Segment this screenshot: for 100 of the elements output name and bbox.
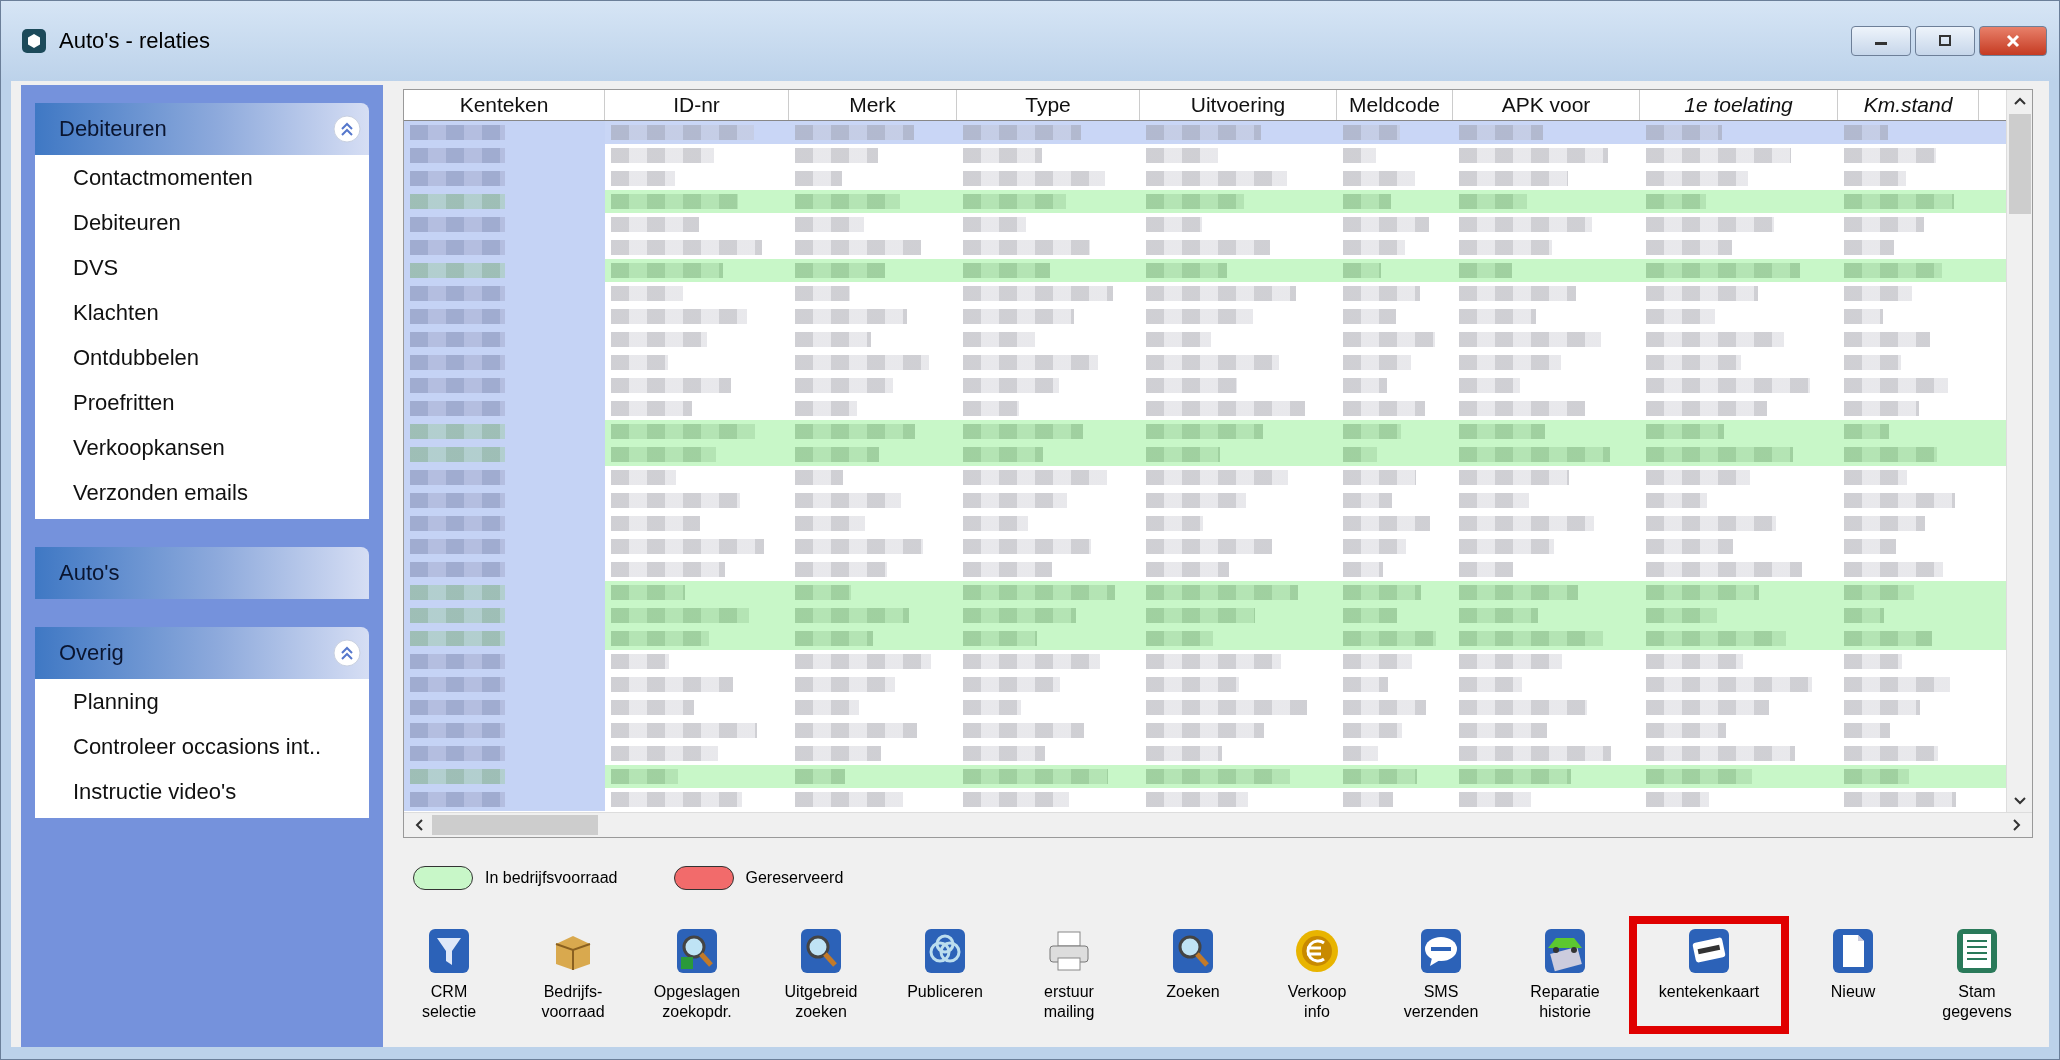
toolbar-button[interactable]: CRM selectie [389,916,509,1034]
sidebar-item[interactable]: Klachten [35,290,369,335]
blurred-text [1343,562,1383,577]
search-icon [1170,928,1216,974]
group-header[interactable]: Overig [35,627,369,679]
sidebar-item[interactable]: Contactmomenten [35,155,369,200]
blurred-text [1844,723,1891,738]
blurred-text [795,700,859,715]
funnel-icon [426,928,472,974]
sidebar-item[interactable]: Debiteuren [35,200,369,245]
sidebar-item[interactable]: Ontdubbelen [35,335,369,380]
blurred-text [1343,125,1401,140]
horizontal-scrollbar[interactable] [404,812,2032,837]
column-header[interactable]: Km.stand [1838,90,1979,120]
blurred-text [1844,585,1914,600]
toolbar-button[interactable]: erstuur mailing [1009,916,1129,1034]
column-header[interactable]: Merk [789,90,957,120]
toolbar-button[interactable]: Reparatie historie [1505,916,1625,1034]
blurred-text [1844,654,1903,669]
column-header[interactable]: Type [957,90,1140,120]
blurred-text [611,355,668,370]
scroll-down-icon[interactable] [2012,796,2027,806]
search-icon [798,928,844,974]
column-header[interactable]: Uitvoering [1140,90,1337,120]
blurred-text [1343,677,1388,692]
scroll-right-icon[interactable] [2012,818,2022,832]
blurred-text [1343,746,1379,761]
blurred-text [1343,240,1406,255]
sidebar-item[interactable]: Verzonden emails [35,470,369,515]
close-icon [2005,34,2021,48]
column-header[interactable]: APK voor [1453,90,1640,120]
blurred-text [1343,447,1378,462]
toolbar-button[interactable]: Opgeslagen zoekopdr. [637,916,757,1034]
vertical-scrollbar[interactable] [2006,90,2032,812]
toolbar-button[interactable]: Bedrijfs- voorraad [513,916,633,1034]
blurred-text [1646,792,1710,807]
table-row[interactable] [404,121,2006,144]
collapse-icon[interactable] [333,115,361,143]
app-icon [21,28,47,54]
blurred-text [1844,424,1890,439]
blurred-text [1844,470,1908,485]
toolbar-button[interactable]: Uitgebreid zoeken [761,916,881,1034]
blurred-text [1343,424,1402,439]
blurred-text [963,217,1027,232]
toolbar-button[interactable]: SMS verzenden [1381,916,1501,1034]
group-header[interactable]: Auto's [35,547,369,599]
blurred-text [963,700,1022,715]
sidebar-item[interactable]: Verkoopkansen [35,425,369,470]
scroll-thumb[interactable] [432,815,598,835]
rings-icon [922,928,968,974]
toolbar-button[interactable]: Nieuw [1793,916,1913,1034]
sidebar-item[interactable]: Controleer occasions int.. [35,724,369,769]
table-row[interactable] [404,420,2006,443]
toolbar-button[interactable]: Publiceren [885,916,1005,1034]
scroll-left-icon[interactable] [414,818,424,832]
sidebar-item[interactable]: Instructie video's [35,769,369,814]
toolbar-button[interactable]: kentekenkaart [1629,916,1789,1034]
close-button[interactable] [1979,26,2047,56]
scroll-up-icon[interactable] [2012,96,2027,106]
blurred-text [1459,677,1522,692]
column-header[interactable]: 1e toelating [1640,90,1838,120]
blurred-text [963,516,1028,531]
group-header[interactable]: Debiteuren [35,103,369,155]
blurred-text [1646,309,1715,324]
table-row[interactable] [404,443,2006,466]
minimize-button[interactable] [1851,26,1911,56]
table-row[interactable] [404,765,2006,788]
table-row[interactable] [404,627,2006,650]
blurred-text [795,470,844,485]
blurred-text [1343,608,1398,623]
column-header[interactable]: ID-nr [605,90,789,120]
table-row[interactable] [404,190,2006,213]
toolbar-button[interactable]: Verkoop info [1257,916,1377,1034]
blurred-text [611,171,675,186]
blurred-text [1844,286,1913,301]
scroll-thumb[interactable] [2008,114,2031,214]
table-row[interactable] [404,581,2006,604]
blurred-text [1343,493,1392,508]
blurred-text [1343,378,1387,393]
sidebar-item[interactable]: Planning [35,679,369,724]
collapse-icon[interactable] [333,639,361,667]
sidebar-item[interactable]: DVS [35,245,369,290]
blurred-text [1459,792,1531,807]
table-row[interactable] [404,259,2006,282]
column-header[interactable]: Kenteken [404,90,605,120]
blurred-text [1343,723,1403,738]
blurred-text [1844,309,1883,324]
blurred-text [1343,148,1377,163]
blurred-text [1343,355,1411,370]
blurred-text [795,217,864,232]
column-header[interactable]: Meldcode [1337,90,1453,120]
blurred-text [1844,240,1895,255]
maximize-button[interactable] [1915,26,1975,56]
sidebar-item[interactable]: Proefritten [35,380,369,425]
blurred-text [1844,125,1888,140]
blurred-text [1459,562,1514,577]
toolbar-button[interactable]: Zoeken [1133,916,1253,1034]
blurred-text [611,654,670,669]
blurred-text [1646,493,1708,508]
toolbar-button[interactable]: Stam gegevens [1917,916,2037,1034]
